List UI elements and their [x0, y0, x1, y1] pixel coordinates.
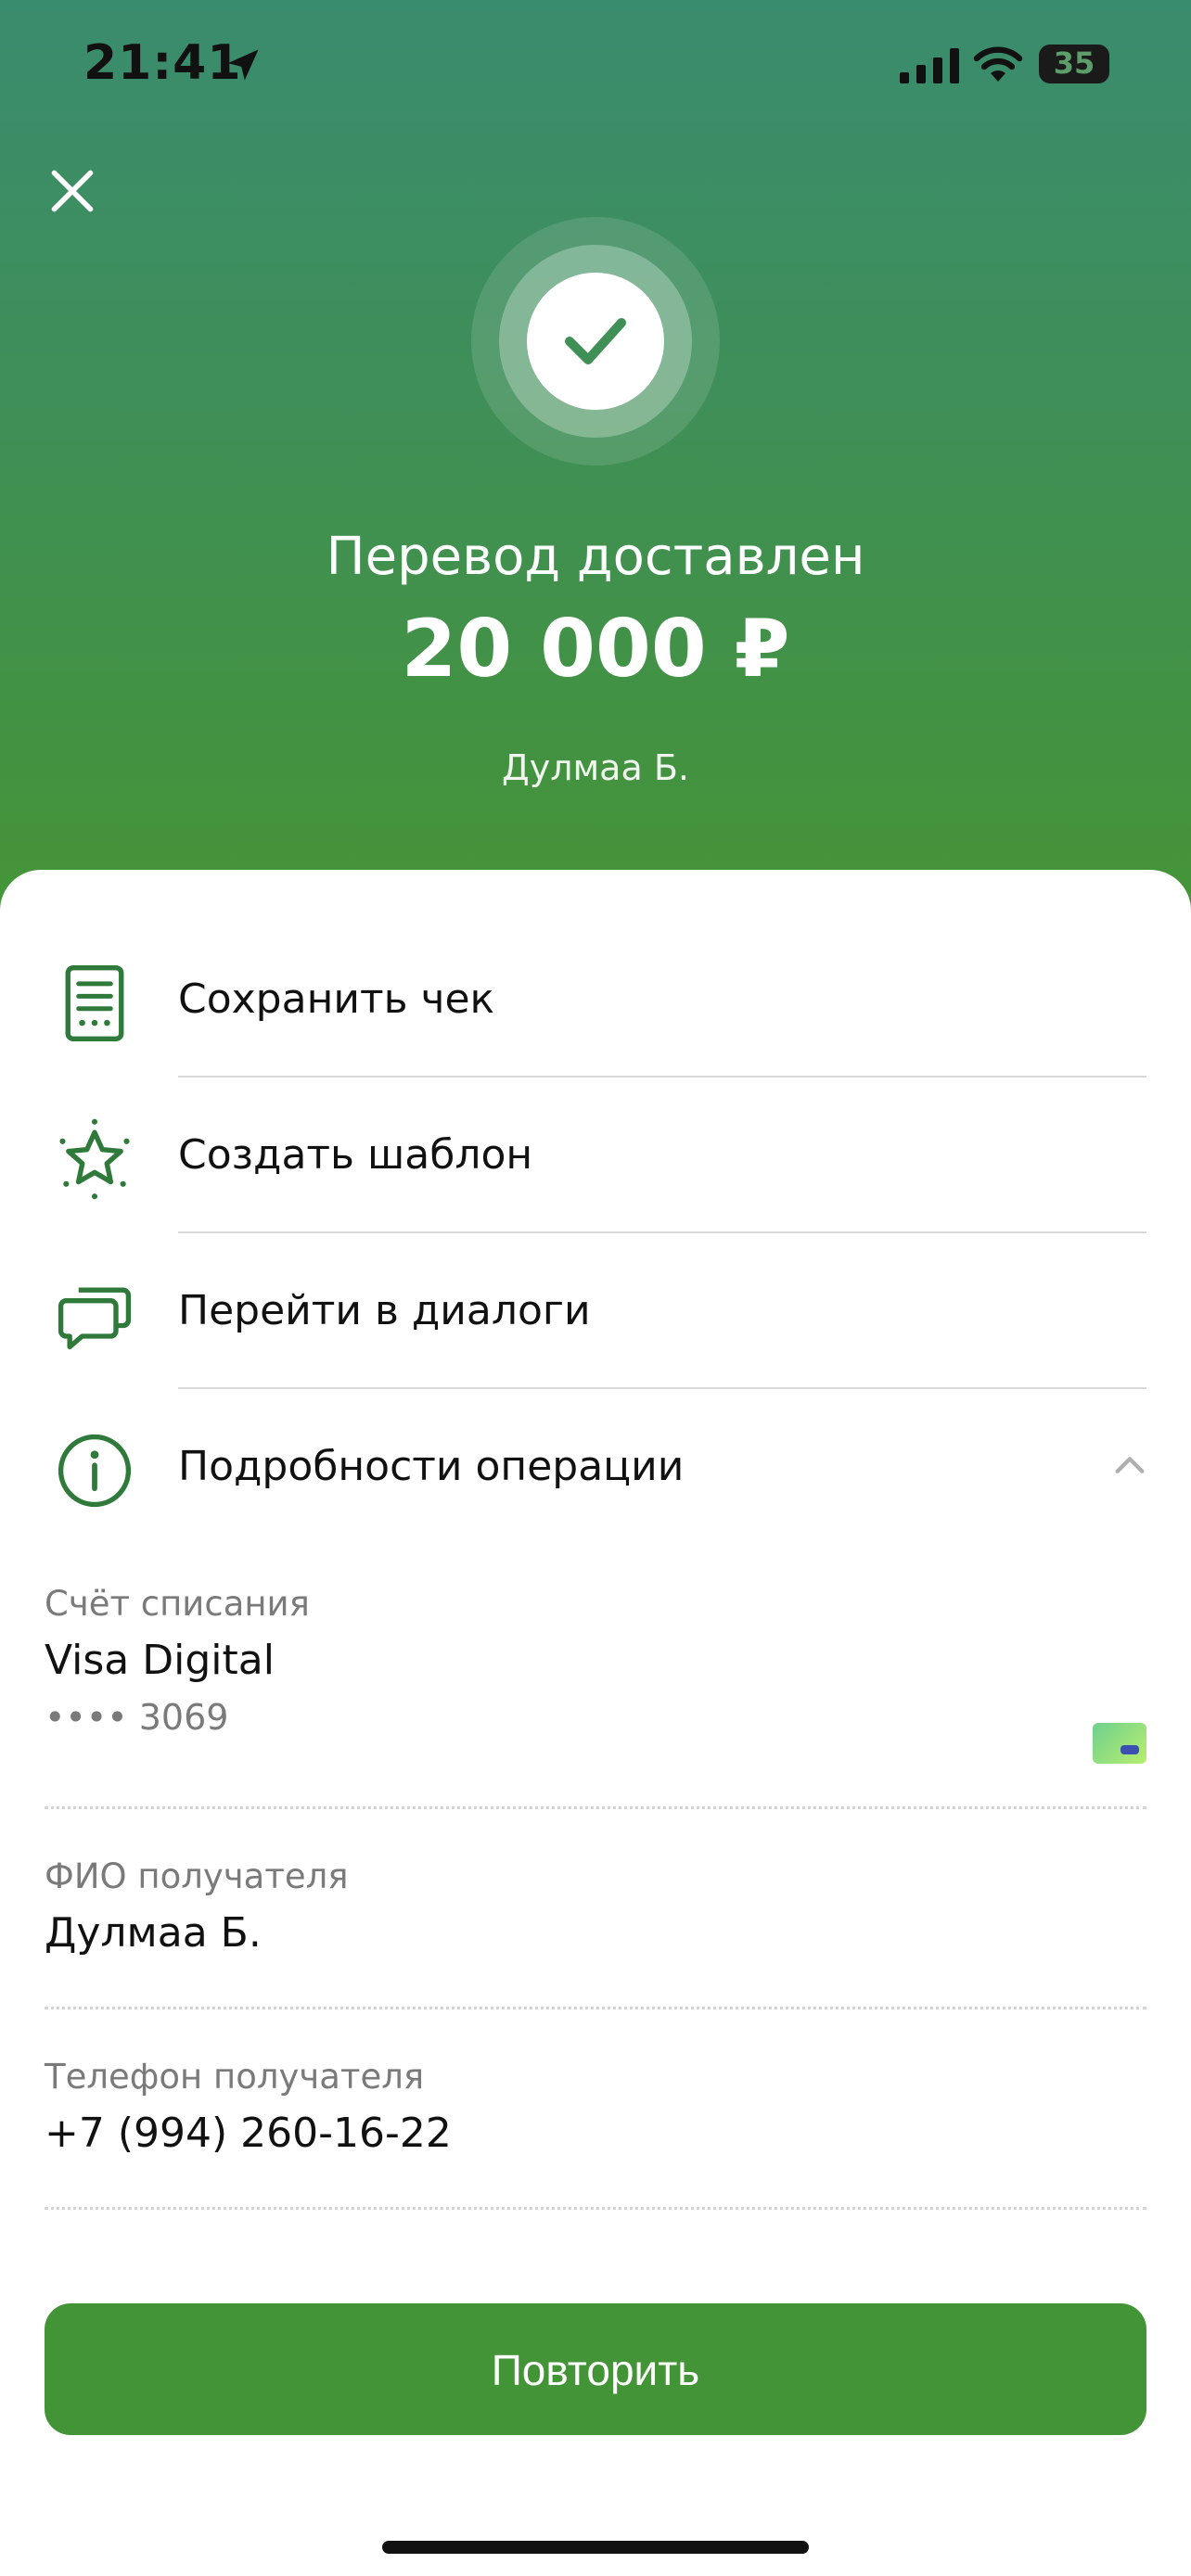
- status-bar: 21:41 35: [0, 0, 1191, 130]
- chat-icon: [58, 1287, 132, 1350]
- wifi-icon: [973, 46, 1023, 82]
- action-label: Подробности операции: [178, 1443, 685, 1490]
- detail-caption: Телефон получателя: [45, 2057, 425, 2097]
- chevron-up-icon[interactable]: [1111, 1447, 1148, 1484]
- dotted-divider: [45, 1806, 1146, 1809]
- action-label: Создать шаблон: [178, 1131, 533, 1179]
- action-label: Перейти в диалоги: [178, 1287, 591, 1334]
- action-save-receipt[interactable]: Сохранить чек: [0, 922, 1191, 1078]
- card-number-masked: •••• 3069: [45, 1697, 229, 1738]
- detail-caption: ФИО получателя: [45, 1856, 349, 1896]
- detail-caption: Счёт списания: [45, 1584, 310, 1624]
- detail-value: Дулмаа Б.: [45, 1909, 262, 1957]
- action-create-template[interactable]: Создать шаблон: [0, 1078, 1191, 1233]
- close-icon[interactable]: [48, 167, 96, 215]
- transfer-status-title: Перевод доставлен: [326, 527, 865, 587]
- receipt-icon: [65, 964, 124, 1042]
- dotted-divider: [45, 2007, 1146, 2009]
- detail-recipient-name: ФИО получателя Дулмаа Б.: [45, 1856, 1146, 1957]
- location-arrow-icon: [227, 49, 259, 81]
- detail-recipient-phone: Телефон получателя +7 (994) 260-16-22: [45, 2057, 1146, 2157]
- action-go-to-dialogs[interactable]: Перейти в диалоги: [0, 1233, 1191, 1389]
- transfer-recipient: Дулмаа Б.: [502, 747, 689, 788]
- home-indicator[interactable]: [382, 2541, 809, 2554]
- status-time: 21:41: [83, 35, 242, 91]
- transfer-amount: 20 000 ₽: [401, 603, 790, 695]
- detail-value: +7 (994) 260-16-22: [45, 2110, 452, 2157]
- battery-indicator: 35: [1039, 45, 1109, 83]
- action-operation-details[interactable]: Подробности операции: [0, 1389, 1191, 1545]
- detail-debit-account: Счёт списания Visa Digital •••• 3069: [45, 1584, 1146, 1769]
- card-icon: [1093, 1723, 1146, 1764]
- action-label: Сохранить чек: [178, 976, 495, 1023]
- star-icon: [59, 1118, 130, 1200]
- success-check-badge: [527, 273, 664, 410]
- checkmark-icon: [565, 318, 626, 364]
- dotted-divider: [45, 2207, 1146, 2210]
- repeat-button[interactable]: Повторить: [45, 2303, 1146, 2435]
- cellular-signal-icon: [900, 48, 959, 83]
- info-icon: [58, 1434, 132, 1508]
- battery-level: 35: [1053, 45, 1095, 81]
- hero-header: 21:41 35 Перевод доставлен 20 000 ₽ Дулм…: [0, 0, 1191, 927]
- screen: 21:41 35 Перевод доставлен 20 000 ₽ Дулм…: [0, 0, 1191, 2576]
- detail-value: Visa Digital: [45, 1637, 275, 1684]
